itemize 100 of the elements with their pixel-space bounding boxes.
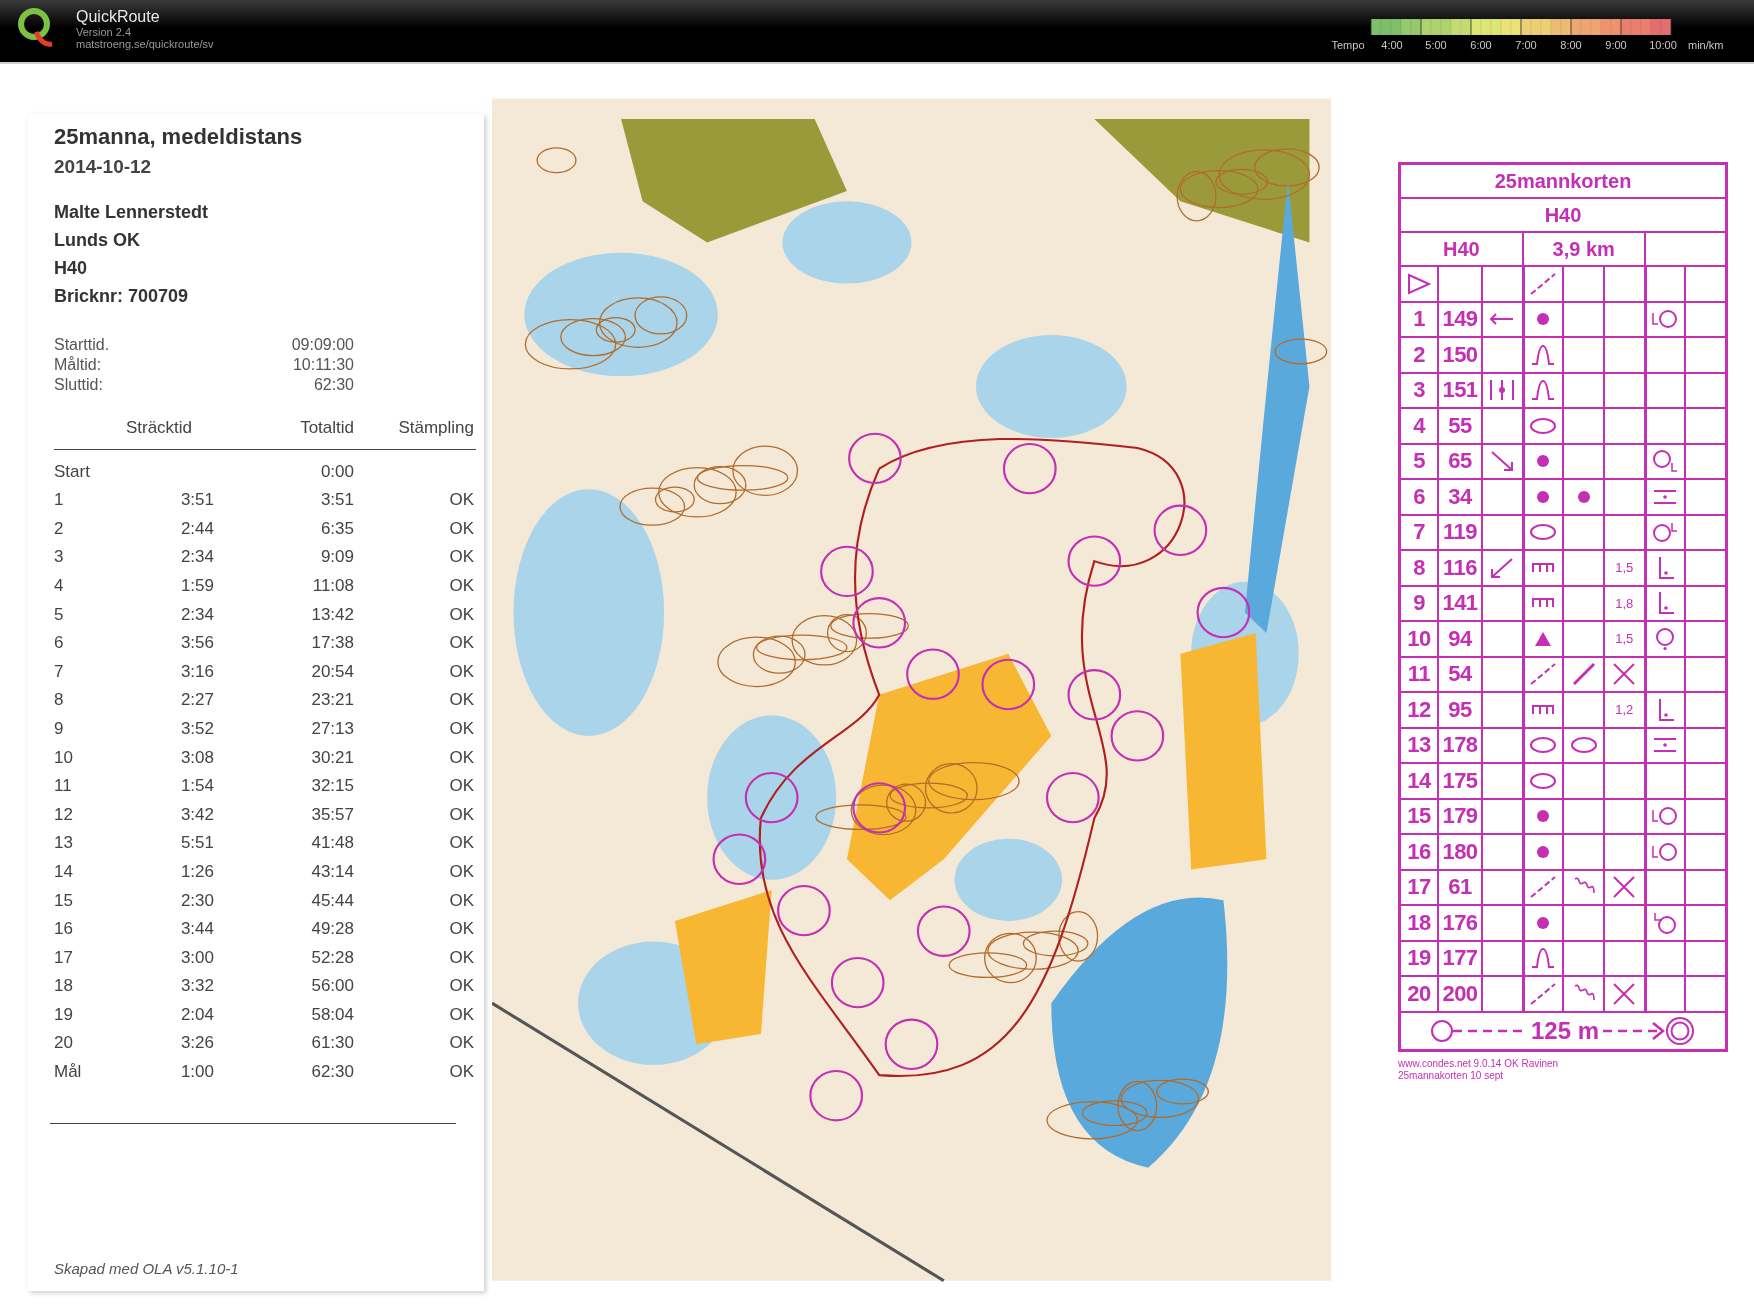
tempo-unit: min/km <box>1688 39 1725 51</box>
table-cell-text: 15 <box>54 889 74 912</box>
time-value: 62:30 <box>312 376 354 394</box>
table-cell-text: 3:32 <box>179 975 214 998</box>
table-cell-text: OK <box>448 946 474 969</box>
control-code: 178 <box>1438 727 1482 763</box>
table-cell-text: 3:08 <box>179 746 214 769</box>
table-cell-text: 56:00 <box>310 975 354 998</box>
time-label: Måltid: <box>54 356 103 374</box>
tempo-tick: 5:00 <box>1424 39 1448 51</box>
table-cell-text: 3:26 <box>179 1032 214 1055</box>
control-code: 54 <box>1438 656 1482 692</box>
control-code: 55 <box>1438 408 1482 444</box>
control-number: 4 <box>1400 408 1438 444</box>
control-number: 10 <box>1400 621 1438 657</box>
table-cell-text: 1:54 <box>179 775 214 798</box>
course-length: 3,9 km <box>1522 232 1645 266</box>
table-cell-text: 11 <box>54 775 73 798</box>
table-cell-text: 49:28 <box>310 918 354 941</box>
control-code: 175 <box>1438 763 1482 799</box>
control-code: 119 <box>1438 514 1482 550</box>
footer-note: Skapad med OLA v5.1.10-1 <box>54 1260 240 1277</box>
runner-info: Bricknr: 700709 <box>54 285 190 308</box>
control-number: 9 <box>1400 585 1438 621</box>
table-cell-text: 3 <box>54 546 65 569</box>
table-cell-text: 4 <box>54 574 65 597</box>
table-cell-text: 19 <box>54 1003 74 1026</box>
table-cell-text: 3:56 <box>179 632 214 655</box>
table-cell-text: 5:51 <box>179 832 214 855</box>
table-cell-text: 11:08 <box>311 574 354 597</box>
table-cell-text: OK <box>448 860 474 883</box>
control-number: 1 <box>1400 301 1438 337</box>
table-cell-text: 2:34 <box>179 603 214 626</box>
dot-icon <box>1536 844 1551 859</box>
table-cell-text: 0:00 <box>319 460 354 483</box>
control-number: 18 <box>1400 905 1438 941</box>
control-code: 61 <box>1438 869 1482 905</box>
table-cell-text: 7 <box>54 660 65 683</box>
table-cell-text: 27:13 <box>310 717 354 740</box>
control-code: 94 <box>1438 621 1482 657</box>
table-cell-text: 30:21 <box>310 746 354 769</box>
control-code: 149 <box>1438 301 1482 337</box>
dimension-text: 1,2 <box>1604 692 1645 728</box>
control-code: 95 <box>1438 692 1482 728</box>
control-number: 12 <box>1400 692 1438 728</box>
table-cell-text: OK <box>448 574 474 597</box>
app-version: Version 2.4 <box>76 26 133 38</box>
table-cell-text: 3:52 <box>179 717 214 740</box>
card-note: www.condes.net 9.0.14 OK Ravinen <box>1398 1057 1560 1070</box>
control-code: 116 <box>1438 550 1482 586</box>
control-code: 151 <box>1438 372 1482 408</box>
tempo-tick: 6:00 <box>1469 39 1493 51</box>
table-cell-text: 43:14 <box>310 860 354 883</box>
control-code: 180 <box>1438 834 1482 870</box>
column-header: Sträcktid <box>124 417 194 439</box>
table-cell-text: 2:27 <box>179 689 214 712</box>
comb-icon <box>1531 598 1556 609</box>
table-cell-text: OK <box>448 918 474 941</box>
table-cell-text: OK <box>448 1003 474 1026</box>
control-number: 2 <box>1400 337 1438 373</box>
table-cell-text: 58:04 <box>310 1003 354 1026</box>
tempo-tick: 8:00 <box>1559 39 1583 51</box>
empty-cell <box>1644 372 1686 408</box>
table-cell-text: 18 <box>54 975 74 998</box>
table-cell-text: 1:59 <box>179 574 214 597</box>
table-cell-text: 52:28 <box>310 946 354 969</box>
class-name: H40 <box>1400 198 1726 232</box>
table-cell-text: 35:57 <box>310 803 354 826</box>
dimension-text: 1,5 <box>1604 621 1645 657</box>
time-label: Starttid. <box>54 336 111 354</box>
table-cell-text: OK <box>448 1061 474 1084</box>
tempo-tick: 10:00 <box>1648 39 1678 51</box>
control-number: 13 <box>1400 727 1438 763</box>
table-cell-text: 1 <box>54 489 65 512</box>
table-cell-text: OK <box>448 517 474 540</box>
dimension-text: 1,8 <box>1604 585 1645 621</box>
event-date: 2014-10-12 <box>54 156 153 178</box>
control-number: 7 <box>1400 514 1438 550</box>
time-value: 09:09:00 <box>290 336 354 354</box>
table-cell-text: OK <box>448 660 474 683</box>
table-cell-text: 1:00 <box>179 1061 214 1084</box>
card-title: 25mannkorten <box>1400 164 1726 198</box>
control-number: 17 <box>1400 869 1438 905</box>
tempo-tick: 9:00 <box>1604 39 1628 51</box>
app-url: matstroeng.se/quickroute/sv <box>76 38 214 50</box>
course-name: H40 <box>1400 232 1523 266</box>
finish-distance: 125 m <box>1530 1016 1600 1045</box>
table-cell-text: OK <box>448 717 474 740</box>
table-cell-text: 17 <box>54 946 74 969</box>
table-cell-text: 61:30 <box>310 1032 354 1055</box>
table-cell-text: OK <box>448 1032 474 1055</box>
app-logo-icon <box>16 6 54 50</box>
table-cell-text: 12 <box>54 803 74 826</box>
table-cell-text: Start <box>54 460 91 483</box>
column-header: Stämpling <box>397 417 474 439</box>
control-number: 11 <box>1400 656 1438 692</box>
table-cell-text: 2 <box>54 517 65 540</box>
table-cell-text: 20 <box>54 1032 74 1055</box>
control-number: 3 <box>1400 372 1438 408</box>
comb-icon <box>1531 562 1556 573</box>
